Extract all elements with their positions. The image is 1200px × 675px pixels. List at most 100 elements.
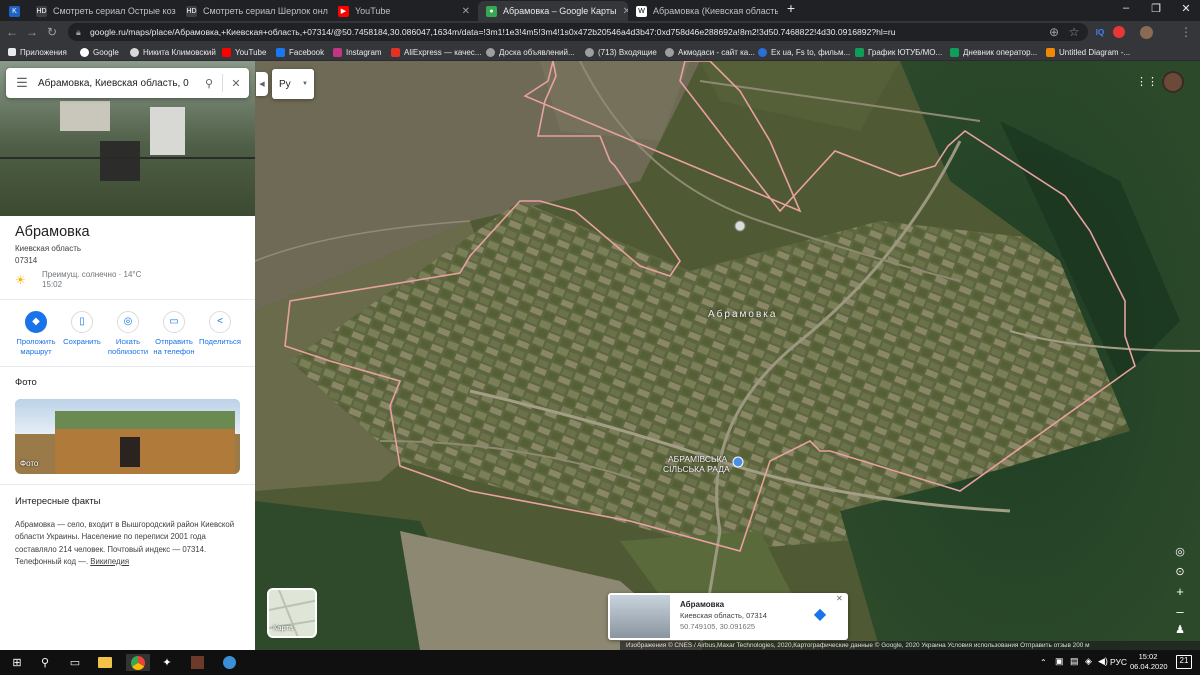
wikipedia-link[interactable]: Википедия <box>90 557 129 566</box>
minimize-button[interactable]: – <box>1112 2 1140 14</box>
chevron-down-icon: ▼ <box>302 81 308 87</box>
tab-peaky-blinders[interactable]: HD Смотреть сериал Острые козырьки ✕ <box>28 1 176 21</box>
bookmark-exua[interactable]: Ex ua, Fs to, фильм... <box>758 46 850 58</box>
bookmark-diary[interactable]: Дневник оператор... <box>950 46 1037 58</box>
collapse-panel-button[interactable]: ◀ <box>256 72 268 96</box>
tray-chevron-icon[interactable]: ⌃ <box>1040 658 1047 667</box>
directions-button[interactable]: ◆ Проложить маршрут <box>12 311 60 357</box>
search-icon[interactable]: ⚲ <box>36 654 54 671</box>
forward-icon[interactable]: → <box>24 24 40 40</box>
youtube-icon <box>222 47 231 57</box>
network-app-icon[interactable] <box>220 654 238 671</box>
map-pin-icon[interactable] <box>734 220 746 232</box>
save-button[interactable]: ▯ Сохранить <box>58 311 106 347</box>
my-location-icon[interactable]: ⊙ <box>1172 563 1188 579</box>
facts-heading: Интересные факты <box>15 496 101 507</box>
close-window-button[interactable]: ✕ <box>1172 2 1200 15</box>
card-coords: 50.749105, 30.091625 <box>680 622 756 631</box>
task-view-icon[interactable]: ▭ <box>66 654 84 671</box>
search-input[interactable]: Абрамовка, Киевская область, 0 <box>38 78 196 89</box>
apps-grid-icon <box>8 48 16 56</box>
zoom-out-button[interactable]: – <box>1172 603 1188 619</box>
game-app-icon[interactable] <box>188 654 206 671</box>
bookmarks-bar: Приложения Google Никита Климовский YouT… <box>0 43 1200 61</box>
map-attribution: Изображения © CNES / Airbus,Maxar Techno… <box>620 641 1200 650</box>
tray-icon[interactable]: ◈ <box>1085 656 1092 667</box>
avatar[interactable] <box>1138 24 1154 40</box>
bookmark-nikita[interactable]: Никита Климовский <box>130 46 216 58</box>
send-to-phone-button[interactable]: ▭ Отправить на телефон <box>150 311 198 357</box>
address-bar[interactable]: 🔒︎ google.ru/maps/place/Абрамовка,+Киевс… <box>68 23 1088 41</box>
menu-hamburger-icon[interactable]: ☰ <box>6 75 38 91</box>
photo-door <box>120 437 140 467</box>
bookmark-star-icon[interactable]: ☆ <box>1066 24 1082 40</box>
menu-dots-icon[interactable]: ⋮ <box>1178 24 1194 40</box>
close-tab-icon[interactable]: ✕ <box>456 6 470 17</box>
chrome-icon[interactable] <box>126 654 150 671</box>
poi-pin-icon[interactable] <box>732 456 744 468</box>
tray-icon[interactable]: ▤ <box>1070 656 1079 667</box>
tab-google-maps[interactable]: ● Абрамовка – Google Карты ✕ <box>478 1 628 21</box>
windows-start-icon[interactable]: ⊞ <box>8 654 26 671</box>
zoom-in-button[interactable]: + <box>1172 583 1188 599</box>
bookmark-classifieds[interactable]: Доска объявлений... <box>486 46 575 58</box>
bookmark-youtube[interactable]: YouTube <box>222 46 266 58</box>
language-select[interactable]: Ру ▼ <box>272 69 314 99</box>
bookmark-schedule[interactable]: График ЮТУБ/МО... <box>855 46 942 58</box>
maximize-button[interactable]: ❐ <box>1142 2 1170 15</box>
lock-icon: 🔒︎ <box>76 27 81 37</box>
search-box[interactable]: ☰ Абрамовка, Киевская область, 0 ⚲ ✕ <box>6 68 249 98</box>
clock[interactable]: 15:02 06.04.2020 <box>1130 652 1168 672</box>
close-tab-icon[interactable]: ✕ <box>616 6 628 17</box>
account-avatar[interactable] <box>1162 71 1184 93</box>
globe-icon[interactable]: ◎ <box>1172 543 1188 559</box>
bookmark-facebook[interactable]: Facebook <box>276 46 324 58</box>
bookmark-inbox[interactable]: (713) Входящие <box>585 46 657 58</box>
close-card-icon[interactable]: ✕ <box>836 594 843 603</box>
pegman-icon[interactable]: ♟ <box>1172 621 1188 637</box>
facebook-icon <box>276 47 285 57</box>
language-indicator[interactable]: РУС <box>1110 657 1127 667</box>
bookmark-aliexpress[interactable]: AliExpress — качес... <box>391 46 481 58</box>
photo-thumbnail[interactable]: Фото <box>15 399 240 474</box>
reload-icon[interactable]: ↻ <box>44 24 60 40</box>
place-info-card[interactable]: Абрамовка Киевская область, 07314 50.749… <box>608 593 848 640</box>
share-icon: < <box>209 311 231 333</box>
divider <box>0 299 255 300</box>
bookmark-apps[interactable]: Приложения <box>8 46 67 58</box>
bookmark-diagram[interactable]: Untitled Diagram -... <box>1046 46 1130 58</box>
bookmark-instagram[interactable]: Instagram <box>333 46 382 58</box>
tab-strip: K HD Смотреть сериал Острые козырьки ✕ H… <box>0 0 1200 21</box>
bookmark-akmodasi[interactable]: Акмодаси - сайт ка... <box>665 46 755 58</box>
bookmark-google[interactable]: Google <box>80 46 119 58</box>
tab-sherlock[interactable]: HD Смотреть сериал Шерлок онлайн ✕ <box>178 1 328 21</box>
new-tab-button[interactable]: + <box>777 0 805 16</box>
file-explorer-icon[interactable] <box>96 654 114 671</box>
back-icon[interactable]: ← <box>4 24 20 40</box>
clear-search-icon[interactable]: ✕ <box>223 77 249 90</box>
weather-time: 15:02 <box>42 280 63 289</box>
mail-icon <box>585 47 594 57</box>
iq-extension-icon[interactable]: IQ <box>1092 24 1108 40</box>
tab-youtube[interactable]: ▶ YouTube ✕ <box>330 1 478 21</box>
sheets-icon <box>950 47 959 57</box>
layer-switch-button[interactable]: Карта <box>267 588 317 638</box>
tray-icon[interactable]: ▣ <box>1055 656 1064 667</box>
share-button[interactable]: < Поделиться <box>196 311 244 347</box>
apps-grid-icon[interactable]: ⋮⋮⋮ <box>1136 75 1169 89</box>
notifications-icon[interactable]: 21 <box>1176 655 1192 669</box>
tab-pinned[interactable]: K <box>2 1 28 21</box>
search-icon[interactable]: ⚲ <box>196 77 222 90</box>
wikipedia-icon: W <box>636 5 647 17</box>
drawio-icon <box>1046 47 1055 57</box>
volume-icon[interactable]: ◀) <box>1098 656 1108 667</box>
globe-icon <box>665 47 674 57</box>
directions-icon[interactable]: ◆ <box>810 605 830 625</box>
poi-label-line1[interactable]: АБРАМІВСЬКА <box>668 454 727 464</box>
app-icon[interactable]: ✦ <box>158 654 176 671</box>
nearby-button[interactable]: ◎ Искать поблизости <box>104 311 152 357</box>
poi-label-line2[interactable]: СІЛЬСЬКА РАДА <box>663 464 730 474</box>
location-icon[interactable]: ⊕ <box>1046 24 1062 40</box>
adblock-extension-icon[interactable] <box>1111 24 1127 40</box>
tab-wikipedia[interactable]: W Абрамовка (Киевская область) ✕ <box>628 1 778 21</box>
